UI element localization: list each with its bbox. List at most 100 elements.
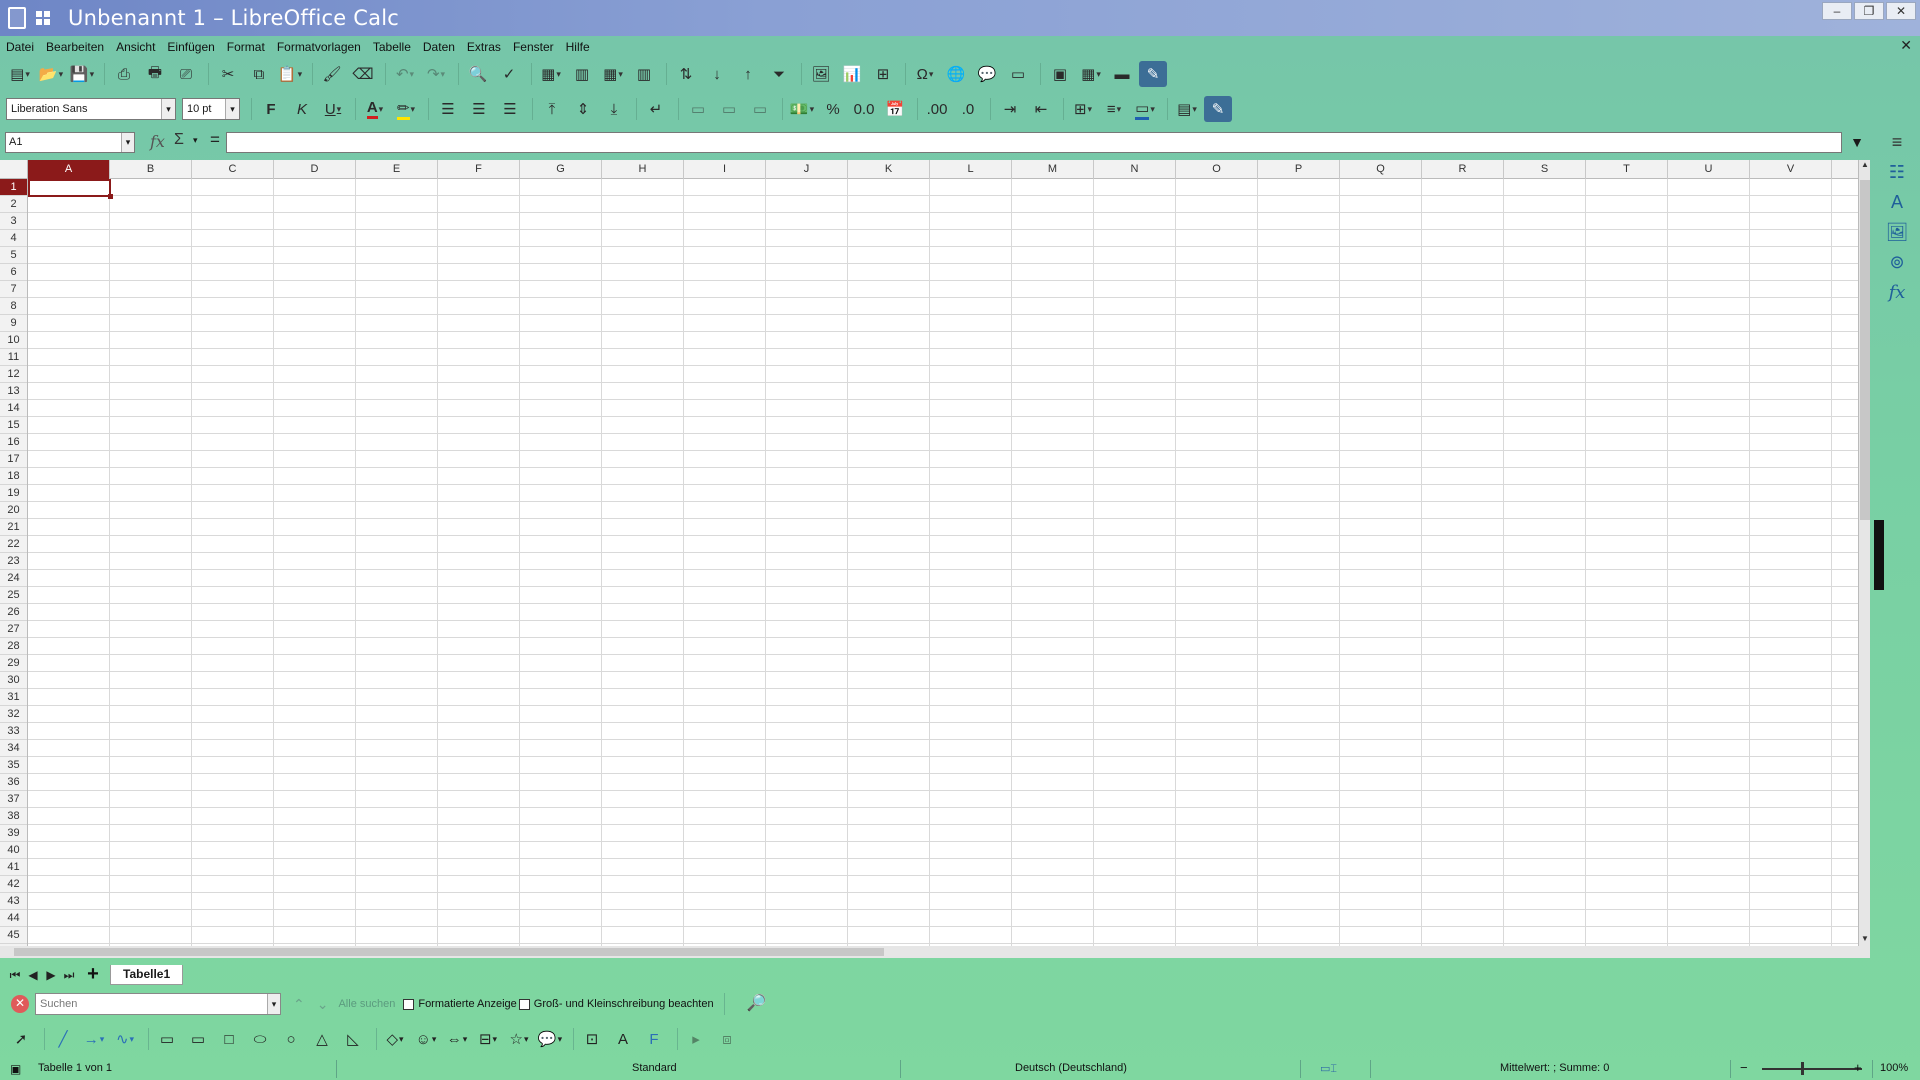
comment-icon[interactable]: 💬 <box>973 61 1001 87</box>
formula-input[interactable] <box>226 132 1842 153</box>
right-triangle-icon[interactable]: ◺ <box>340 1027 366 1051</box>
row-header[interactable]: 43 <box>0 893 27 910</box>
menu-fenster[interactable]: Fenster <box>507 40 560 54</box>
checkbox-box[interactable] <box>518 998 530 1010</box>
underline-button[interactable]: U <box>319 96 347 122</box>
match-case-checkbox[interactable]: Groß- und Kleinschreibung beachten <box>518 998 714 1010</box>
column-header[interactable]: L <box>930 160 1012 179</box>
delete-column-icon[interactable]: ▥ <box>630 61 658 87</box>
chevron-down-icon[interactable]: ▾ <box>225 99 239 119</box>
row-header[interactable]: 34 <box>0 740 27 757</box>
column-header[interactable]: F <box>438 160 520 179</box>
insert-chart-icon[interactable]: 📊 <box>838 61 866 87</box>
row-header[interactable]: 2 <box>0 196 27 213</box>
delete-row-icon[interactable]: ▥ <box>568 61 596 87</box>
points-icon[interactable]: ▸ <box>683 1027 709 1051</box>
previous-sheet-icon[interactable]: ◀ <box>24 965 42 985</box>
row-header[interactable]: 35 <box>0 757 27 774</box>
formatted-display-checkbox[interactable]: Formatierte Anzeige <box>403 998 517 1010</box>
row-header[interactable]: 15 <box>0 417 27 434</box>
column-header[interactable]: C <box>192 160 274 179</box>
decrease-indent-icon[interactable]: ⇤ <box>1027 96 1055 122</box>
line-arrow-icon[interactable]: → <box>81 1027 107 1051</box>
row-header[interactable]: 45 <box>0 927 27 944</box>
row-header[interactable]: 4 <box>0 230 27 247</box>
curve-icon[interactable]: ∿ <box>112 1027 138 1051</box>
print-icon[interactable]: 🖶 <box>141 61 169 87</box>
print-preview-icon[interactable]: ⎚ <box>172 61 200 87</box>
sheet-tab-tabelle1[interactable]: Tabelle1 <box>110 965 184 985</box>
zoom-slider-handle[interactable] <box>1801 1062 1804 1075</box>
export-pdf-icon[interactable]: ⎙ <box>110 61 138 87</box>
font-name-combo[interactable]: Liberation Sans ▾ <box>6 98 176 120</box>
app-menu-icon[interactable] <box>36 11 50 25</box>
row-header[interactable]: 40 <box>0 842 27 859</box>
row-icon[interactable]: ▦ <box>537 61 565 87</box>
page-style[interactable]: Standard <box>632 1062 677 1074</box>
symbol-shapes-icon[interactable]: ☺ <box>413 1027 439 1051</box>
menu-tabelle[interactable]: Tabelle <box>367 40 417 54</box>
circle-icon[interactable]: ○ <box>278 1027 304 1051</box>
name-box[interactable]: A1 ▾ <box>5 132 135 153</box>
search-input[interactable]: Suchen ▾ <box>35 993 281 1015</box>
horizontal-scrollbar[interactable] <box>0 946 1870 958</box>
fontwork-icon[interactable]: F <box>641 1027 667 1051</box>
flowchart-icon[interactable]: ⊟ <box>475 1027 501 1051</box>
sum-icon[interactable]: Σ <box>174 131 184 149</box>
center-vertically-icon[interactable]: ⇕ <box>569 96 597 122</box>
undo-icon[interactable]: ↶ <box>391 61 419 87</box>
number-format-icon[interactable]: 0.0 <box>850 96 878 122</box>
unmerge-cells-icon[interactable]: ▭ <box>746 96 774 122</box>
row-header[interactable]: 23 <box>0 553 27 570</box>
align-top-icon[interactable]: ⤒ <box>538 96 566 122</box>
row-header[interactable]: 22 <box>0 536 27 553</box>
find-replace-dialog-icon[interactable]: 🔎 <box>744 993 770 1015</box>
sort-icon[interactable]: ⇅ <box>672 61 700 87</box>
row-header[interactable]: 7 <box>0 281 27 298</box>
block-arrows-icon[interactable]: ⇔ <box>444 1027 470 1051</box>
navigator-icon[interactable]: ⊚ <box>1884 249 1910 275</box>
row-header[interactable]: 38 <box>0 808 27 825</box>
column-header[interactable]: H <box>602 160 684 179</box>
wrap-text-icon[interactable]: ↵ <box>642 96 670 122</box>
column-header[interactable]: U <box>1668 160 1750 179</box>
bold-button[interactable]: F <box>257 96 285 122</box>
horizontal-scroll-thumb[interactable] <box>14 948 884 956</box>
gallery-icon[interactable]: 🖼 <box>1884 219 1910 245</box>
sort-ascending-icon[interactable]: ↓ <box>703 61 731 87</box>
row-header[interactable]: 36 <box>0 774 27 791</box>
line-icon[interactable]: ╱ <box>50 1027 76 1051</box>
define-print-area-icon[interactable]: ▣ <box>1046 61 1074 87</box>
menu-formatvorlagen[interactable]: Formatvorlagen <box>271 40 367 54</box>
last-sheet-icon[interactable]: ⏭ <box>60 965 78 985</box>
row-header[interactable]: 14 <box>0 400 27 417</box>
expand-formula-icon[interactable]: ▼ <box>1846 134 1868 152</box>
column-header[interactable]: A <box>28 160 110 179</box>
menu-bearbeiten[interactable]: Bearbeiten <box>40 40 110 54</box>
new-document-icon[interactable]: ▤ <box>6 61 34 87</box>
row-header[interactable]: 41 <box>0 859 27 876</box>
row-header[interactable]: 44 <box>0 910 27 927</box>
column-header[interactable]: O <box>1176 160 1258 179</box>
vertical-scroll-thumb[interactable] <box>1860 180 1870 520</box>
row-header[interactable]: 28 <box>0 638 27 655</box>
find-next-icon[interactable]: ⌄ <box>317 996 329 1013</box>
column-header[interactable]: N <box>1094 160 1176 179</box>
special-character-icon[interactable]: Ω <box>911 61 939 87</box>
align-left-icon[interactable]: ☰ <box>434 96 462 122</box>
row-header[interactable]: 32 <box>0 706 27 723</box>
select-all-corner[interactable] <box>0 160 28 179</box>
zoom-level[interactable]: 100% <box>1880 1062 1908 1074</box>
zoom-slider[interactable] <box>1762 1068 1862 1070</box>
properties-icon[interactable]: ☷ <box>1884 159 1910 185</box>
find-previous-icon[interactable]: ⌃ <box>293 996 305 1013</box>
redo-icon[interactable]: ↷ <box>422 61 450 87</box>
clear-formatting-icon[interactable]: ⌫ <box>349 61 377 87</box>
basic-shapes-icon[interactable]: ◇ <box>382 1027 408 1051</box>
merge-cells-icon[interactable]: ▭ <box>715 96 743 122</box>
row-header[interactable]: 6 <box>0 264 27 281</box>
row-header[interactable]: 21 <box>0 519 27 536</box>
increase-indent-icon[interactable]: ⇥ <box>996 96 1024 122</box>
pivot-table-icon[interactable]: ⊞ <box>869 61 897 87</box>
square-icon[interactable]: □ <box>216 1027 242 1051</box>
